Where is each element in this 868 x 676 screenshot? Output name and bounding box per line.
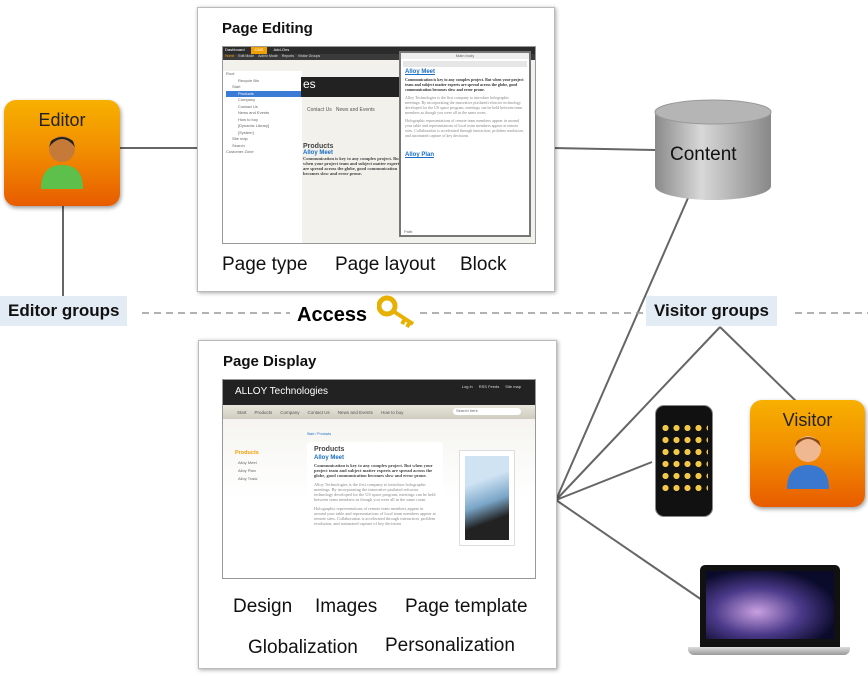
toolbar-item: Dashboard: [225, 47, 245, 52]
laptop-base: [688, 647, 850, 655]
content-paragraph: Alloy Technologies is the first company …: [314, 482, 436, 502]
caption-design: Design: [233, 596, 293, 617]
caption-page-template: Page template: [405, 596, 528, 617]
visitor-role: Visitor: [750, 400, 865, 507]
caption-images: Images: [315, 596, 378, 617]
editor-heading: Alloy Meet: [405, 69, 436, 75]
site-nav-item[interactable]: Company: [280, 410, 299, 415]
menu-item: Visitor Groups: [298, 54, 321, 58]
editor-paragraph: Holographic representations of remote te…: [405, 118, 524, 138]
content-subheading: Alloy Meet: [314, 455, 345, 461]
editor-lead: Communication is key to any complex proj…: [405, 77, 524, 92]
website-screenshot: ALLOY Technologies Log in RSS Feeds Site m…: [222, 379, 536, 579]
site-breadcrumb[interactable]: Start / Products: [307, 432, 331, 436]
site-nav-item[interactable]: News and Events: [338, 410, 373, 415]
side-nav-item[interactable]: Alloy Meet: [238, 460, 258, 465]
menu-item: Admin Mode: [258, 54, 278, 58]
caption-globalization: Globalization: [248, 637, 358, 658]
toolbar-item: CMS: [250, 47, 268, 54]
rss-link[interactable]: RSS Feeds: [479, 384, 499, 389]
page-editing-title: Page Editing: [222, 20, 313, 37]
caption-personalization: Personalization: [385, 635, 515, 656]
site-nav-item[interactable]: How to buy: [381, 410, 404, 415]
smartphone-image: [655, 405, 713, 517]
login-link[interactable]: Log in: [462, 384, 473, 389]
visitor-label: Visitor: [782, 410, 833, 430]
caption-page-layout: Page layout: [335, 254, 436, 275]
editor-role: Editor: [4, 100, 120, 206]
site-nav-item[interactable]: Contact Us: [308, 410, 330, 415]
menu-item: Edit Mode: [238, 54, 255, 58]
caption-block: Block: [460, 254, 507, 275]
page-display-title: Page Display: [223, 353, 317, 370]
content-heading: Products: [314, 446, 345, 453]
site-search-input[interactable]: Search here: [453, 408, 521, 415]
caption-page-type: Page type: [222, 254, 308, 275]
content-paragraph: Holographic representations of remote te…: [314, 506, 436, 526]
key-icon: [377, 295, 415, 328]
page-editing-panel: Page Editing Dashboard CMS Add-Ons Home E…: [197, 7, 555, 292]
page-display-panel: Page Display ALLOY Technologies Log in RS…: [198, 340, 557, 669]
editor-groups-label: Editor groups: [0, 296, 128, 326]
side-nav-item[interactable]: Alloy Plan: [238, 468, 258, 473]
content-label: Content: [670, 144, 737, 165]
people-photo: [459, 450, 515, 546]
site-logo: ALLOY Technologies: [235, 386, 329, 397]
editor-paragraph: Alloy Technologies is the first company …: [405, 95, 523, 115]
access-label: Access: [297, 304, 368, 326]
person-icon: [786, 436, 829, 489]
editor-heading: Alloy Plan: [405, 152, 435, 158]
side-nav-title: Products: [235, 450, 259, 456]
rich-text-editor-dialog: Main body Alloy Meet Communication is ke…: [399, 51, 531, 237]
sitemap-link[interactable]: Site map: [505, 384, 521, 389]
site-nav-item[interactable]: Start: [237, 410, 247, 415]
preview-heading: Products: [303, 143, 334, 150]
toolbar-item: Add-Ons: [273, 47, 290, 52]
menu-item: Home: [225, 54, 235, 58]
content-lead: Communication is key to any complex proj…: [314, 463, 433, 478]
preview-lead: Communication is key to any complex proj…: [303, 156, 402, 176]
site-nav-item[interactable]: Products: [255, 410, 273, 415]
editor-label: Editor: [38, 110, 86, 130]
editor-dialog-title: Main body: [401, 53, 529, 59]
tree-item[interactable]: Customer Zone: [226, 149, 302, 156]
cms-edit-screenshot: Dashboard CMS Add-Ons Home Edit Mode Admin…: [222, 46, 536, 244]
editor-path: Path:: [404, 229, 414, 234]
visitor-groups-label: Visitor groups: [646, 296, 777, 326]
page-tree: Root Recycle Bin Start Products Company Conta…: [223, 71, 302, 243]
menu-item: Reports: [281, 54, 295, 58]
side-nav-item[interactable]: Alloy Track: [238, 476, 258, 481]
person-icon: [41, 136, 83, 189]
laptop-image: [700, 565, 840, 647]
